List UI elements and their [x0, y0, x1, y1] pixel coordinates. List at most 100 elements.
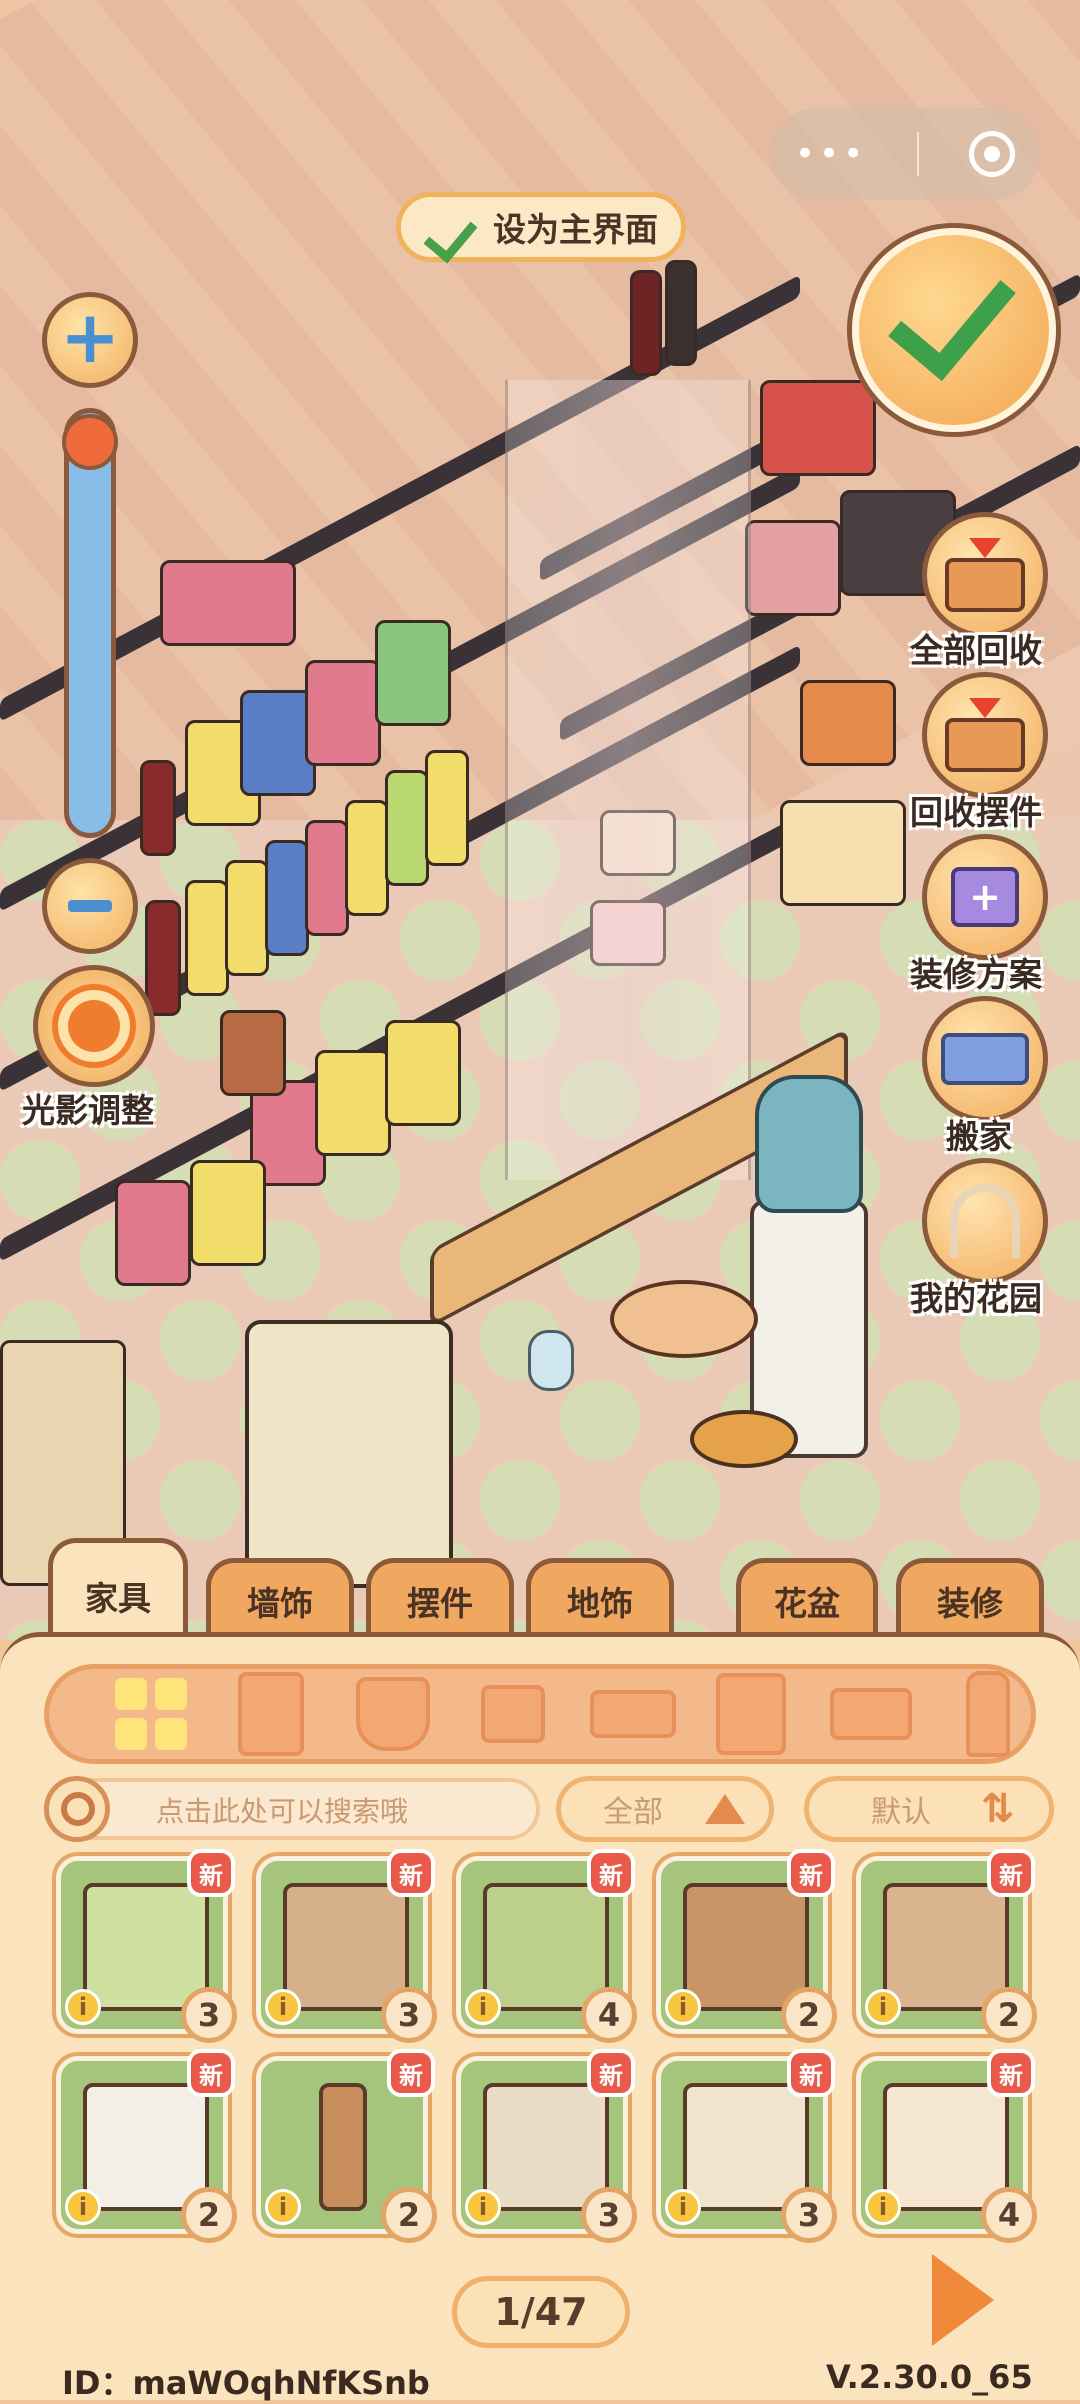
info-icon[interactable]: i [465, 1989, 501, 2025]
item-count: 2 [781, 1987, 837, 2043]
category-seating[interactable] [470, 1676, 556, 1752]
stew-pot[interactable] [800, 680, 896, 766]
garden-arch-icon [950, 1184, 1020, 1258]
info-icon[interactable]: i [65, 2189, 101, 2225]
version-label: V.2.30.0_65 [826, 2358, 1033, 2396]
sort-dropdown[interactable]: 默认 ⇅ [804, 1776, 1054, 1842]
category-cabinet[interactable] [708, 1673, 794, 1755]
info-icon[interactable]: i [665, 1989, 701, 2025]
shower-screen-thumb [83, 1883, 209, 2011]
filter-dropdown[interactable]: 全部 [556, 1776, 774, 1842]
item-card[interactable]: 新 i 3 [52, 1849, 237, 2043]
my-garden-button[interactable] [922, 1158, 1048, 1284]
cabinet-icon [716, 1673, 786, 1755]
confirm-button[interactable] [852, 228, 1056, 432]
chip-can[interactable] [185, 880, 229, 996]
decor-plan-button[interactable]: + [922, 834, 1048, 960]
next-page-icon[interactable] [932, 2254, 994, 2346]
wine-bottle[interactable] [630, 270, 662, 376]
category-table[interactable] [828, 1676, 914, 1752]
set-home-button[interactable]: 设为主界面 [396, 192, 686, 262]
info-icon[interactable]: i [265, 2189, 301, 2225]
chip-can[interactable] [425, 750, 469, 866]
washing-machine-thumb [483, 2083, 609, 2211]
triangle-up-icon [705, 1794, 745, 1824]
item-card[interactable]: 新 i 3 [452, 2049, 637, 2243]
item-card[interactable]: 新 i 2 [652, 1849, 837, 2043]
decor-plan-label: 装修方案 [910, 955, 1042, 994]
microwave[interactable] [745, 520, 841, 616]
zoom-slider-track[interactable] [64, 408, 116, 838]
item-card[interactable]: 新 i 2 [852, 1849, 1037, 2043]
zoom-slider-handle[interactable] [62, 414, 118, 470]
zoom-out-button[interactable] [42, 858, 138, 954]
search-icon[interactable] [44, 1776, 110, 1842]
wine-bottle[interactable] [140, 760, 176, 856]
category-bathroom[interactable] [350, 1676, 436, 1752]
snack-bag[interactable] [305, 660, 381, 766]
recycle-decor-button[interactable] [922, 672, 1048, 798]
user-id: ID：maWOqhNfKSnb [62, 2364, 430, 2402]
hot-pot[interactable] [760, 380, 876, 476]
chip-can[interactable] [265, 840, 309, 956]
chip-can[interactable] [385, 770, 429, 886]
info-icon[interactable]: i [65, 1989, 101, 2025]
moving-button[interactable] [922, 996, 1048, 1122]
plus-icon: + [59, 295, 121, 379]
flower-vase[interactable] [528, 1330, 574, 1391]
chip-can[interactable] [345, 800, 389, 916]
set-home-label: 设为主界面 [493, 210, 658, 249]
drink-cup[interactable] [220, 1010, 286, 1096]
info-icon[interactable]: i [865, 1989, 901, 2025]
recycle-all-label: 全部回收 [910, 631, 1042, 670]
target-icon[interactable] [969, 131, 1016, 177]
snack-bag[interactable] [315, 1050, 391, 1156]
item-card[interactable]: 新 i 4 [852, 2049, 1037, 2243]
item-count: 3 [781, 2187, 837, 2243]
category-all[interactable] [108, 1676, 194, 1752]
drink-fridge[interactable] [245, 1320, 453, 1588]
chip-can[interactable] [305, 820, 349, 936]
item-card[interactable]: 新 i 2 [252, 2049, 437, 2243]
oven[interactable] [780, 800, 906, 906]
more-dots-icon[interactable]: ••• [795, 134, 867, 174]
wine-bottle[interactable] [145, 900, 181, 1016]
new-badge: 新 [587, 1849, 635, 1897]
snack-bag[interactable] [115, 1180, 191, 1286]
wine-bottle[interactable] [665, 260, 697, 366]
snack-bag[interactable] [385, 1020, 461, 1126]
new-badge: 新 [787, 1849, 835, 1897]
search-placeholder: 点击此处可以搜索哦 [156, 1795, 409, 1828]
zoom-in-button[interactable]: + [42, 292, 138, 388]
info-icon[interactable]: i [265, 1989, 301, 2025]
new-badge: 新 [987, 2049, 1035, 2097]
page-indicator: 1/47 [452, 2276, 630, 2348]
category-lamp[interactable] [945, 1671, 1031, 1757]
tab-flowerpots[interactable]: 花盆 [736, 1558, 878, 1638]
item-card[interactable]: 新 i 3 [652, 2049, 837, 2243]
item-card[interactable]: 新 i 3 [252, 1849, 437, 2043]
fruit-plate[interactable] [610, 1280, 758, 1358]
item-count: 4 [981, 2187, 1037, 2243]
category-appliance[interactable] [228, 1672, 314, 1756]
category-bed[interactable] [590, 1676, 676, 1752]
snack-bag[interactable] [375, 620, 451, 726]
item-card[interactable]: 新 i 2 [52, 2049, 237, 2243]
tab-floor-decor[interactable]: 地饰 [526, 1558, 674, 1638]
new-badge: 新 [187, 2049, 235, 2097]
info-icon[interactable]: i [865, 2189, 901, 2225]
bar-stool[interactable] [690, 1410, 798, 1468]
info-icon[interactable]: i [465, 2189, 501, 2225]
chip-can[interactable] [225, 860, 269, 976]
info-icon[interactable]: i [665, 2189, 701, 2225]
wood-sideboard-thumb [283, 1883, 409, 2011]
tab-renovation[interactable]: 装修 [896, 1558, 1044, 1638]
light-adjust-button[interactable] [33, 965, 155, 1087]
pizza-box[interactable] [160, 560, 296, 646]
item-card[interactable]: 新 i 4 [452, 1849, 637, 2043]
snack-bag[interactable] [190, 1160, 266, 1266]
tab-wall-decor[interactable]: 墙饰 [206, 1558, 354, 1638]
curtain[interactable] [505, 380, 751, 1180]
tab-ornaments[interactable]: 摆件 [366, 1558, 514, 1638]
recycle-all-button[interactable] [922, 512, 1048, 638]
